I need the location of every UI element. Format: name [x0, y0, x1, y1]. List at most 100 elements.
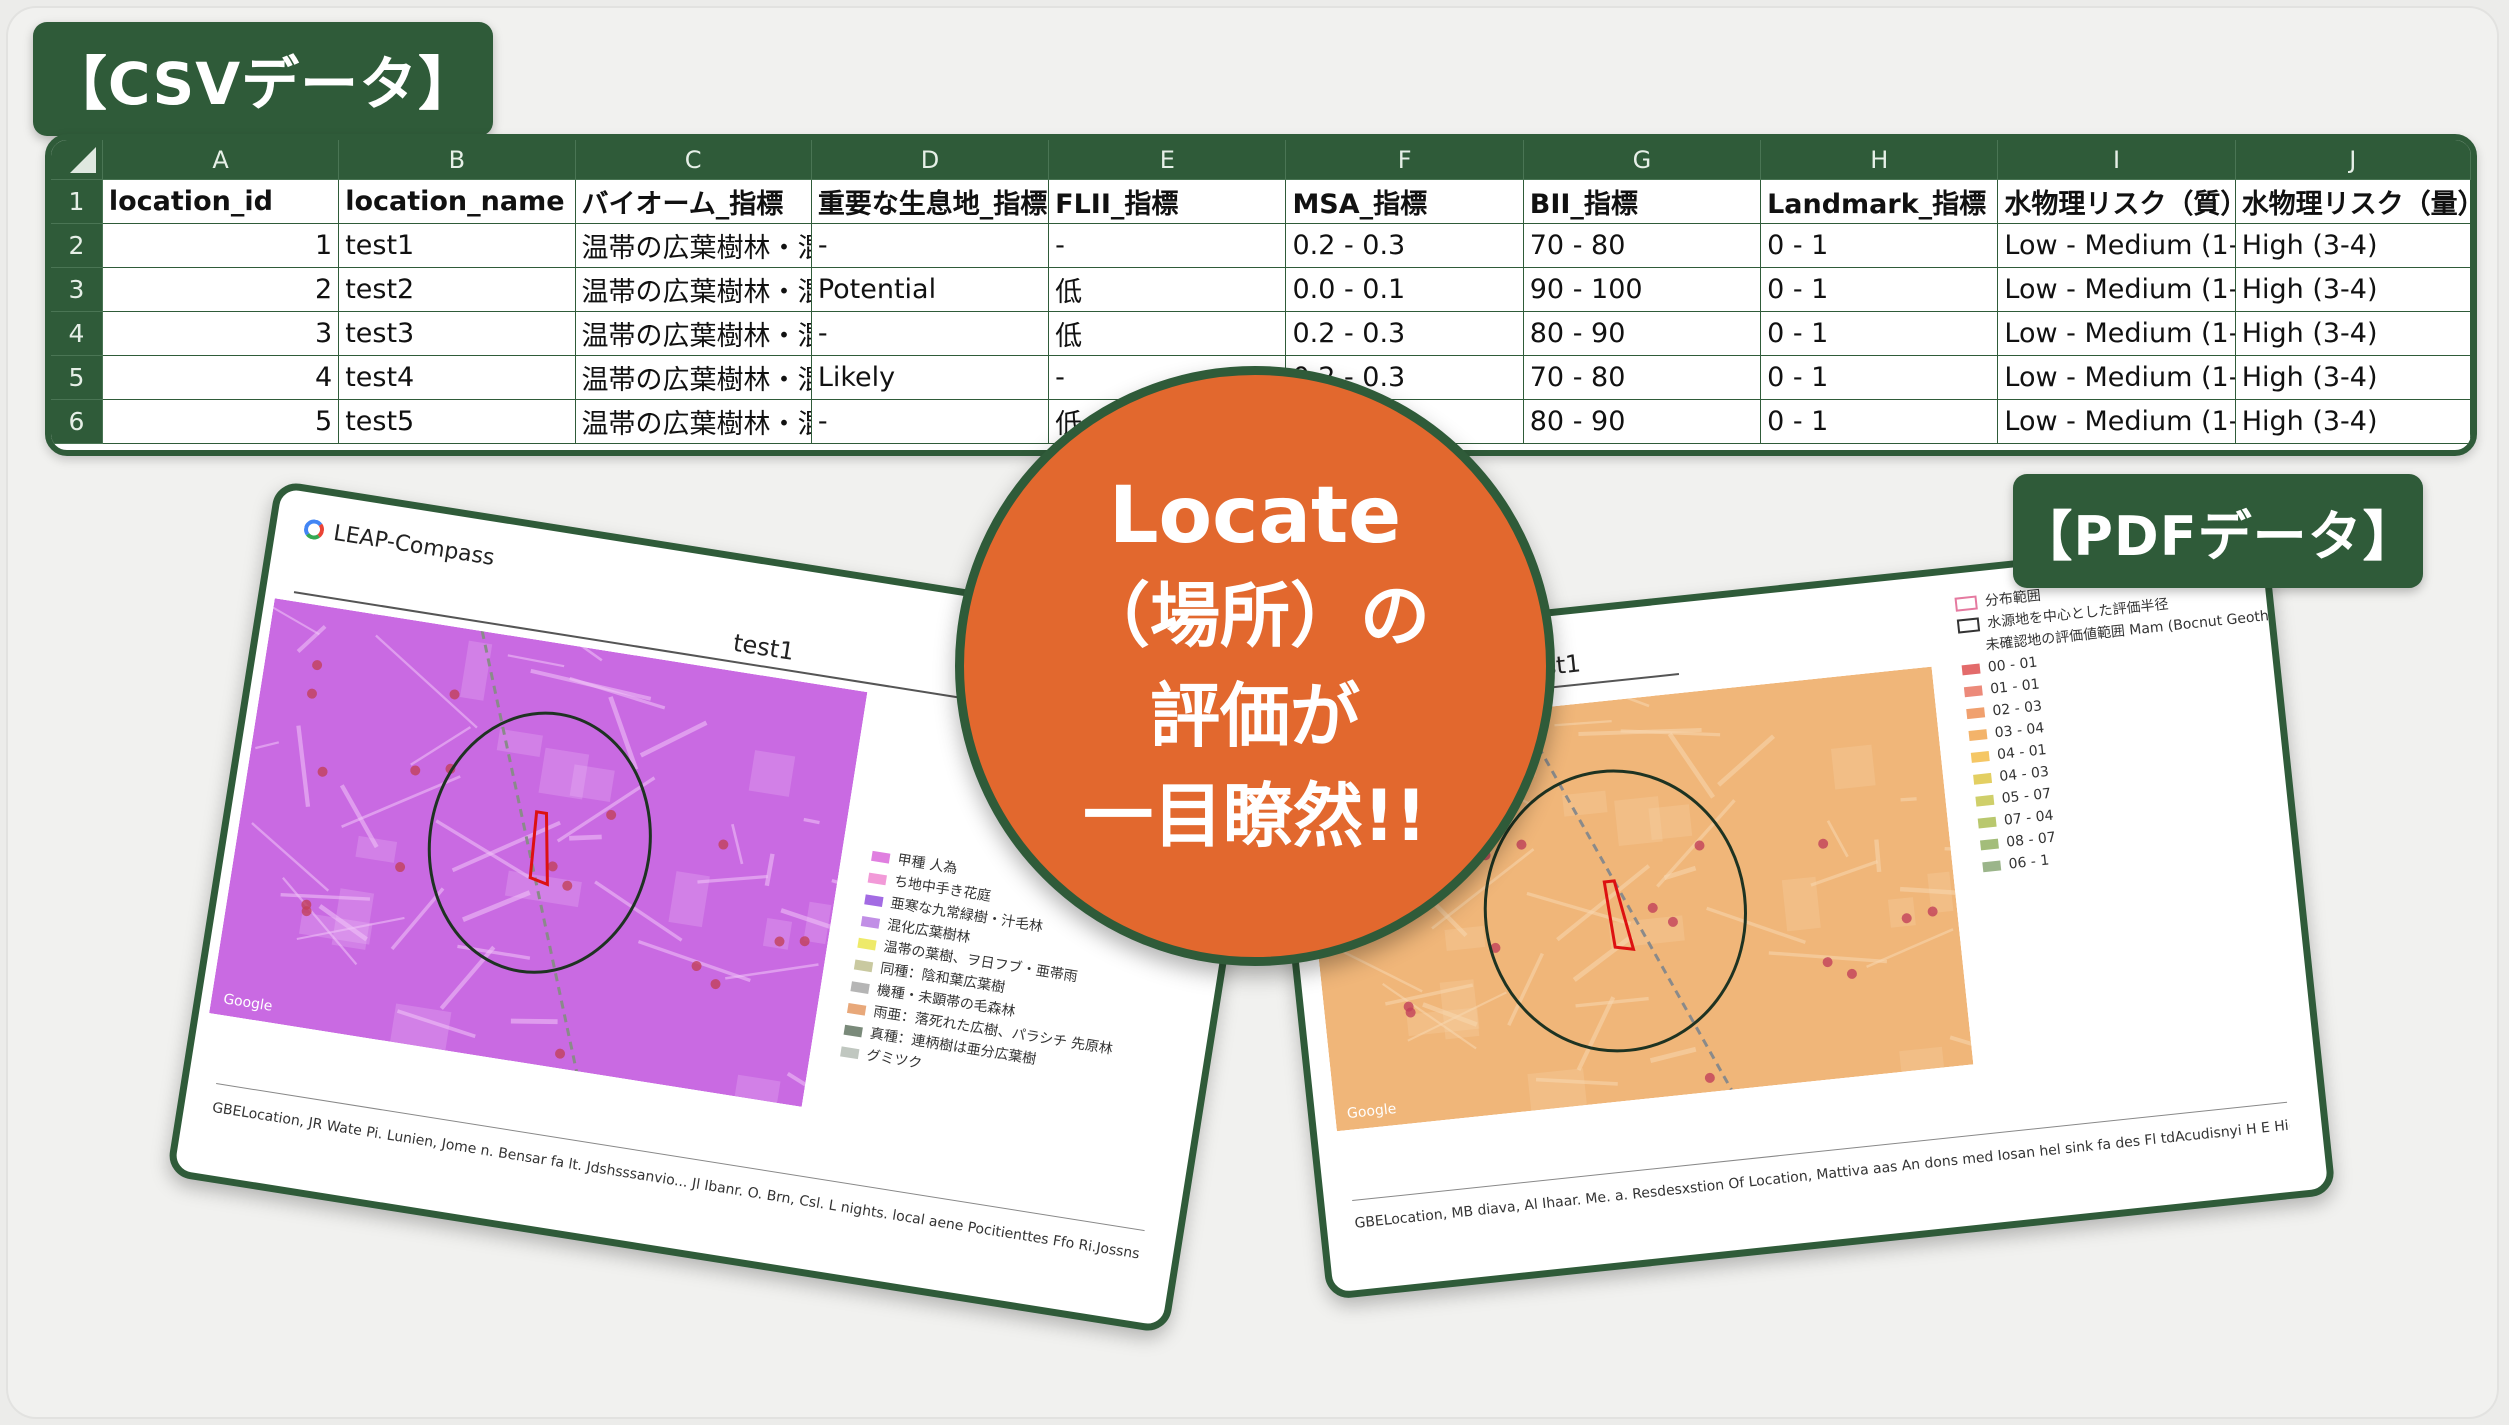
- row-number[interactable]: 4: [51, 312, 103, 356]
- legend-swatch: [871, 850, 891, 864]
- map-image-left: Google: [209, 598, 868, 1107]
- table-cell[interactable]: 90 - 100: [1523, 268, 1762, 312]
- table-cell[interactable]: 70 - 80: [1523, 224, 1762, 268]
- table-cell[interactable]: 低: [1049, 268, 1287, 312]
- table-cell[interactable]: -: [1049, 224, 1287, 268]
- row-number[interactable]: 1: [51, 180, 103, 224]
- table-cell[interactable]: 4: [102, 356, 340, 400]
- table-cell[interactable]: Low - Medium (1-2: [1998, 312, 2236, 356]
- legend-swatch: [1980, 838, 1999, 851]
- table-cell[interactable]: 低: [1049, 312, 1287, 356]
- column-header-row: A B C D E F G H I J: [51, 140, 2471, 180]
- map-block: [1899, 1046, 1949, 1119]
- table-cell[interactable]: test3: [339, 312, 576, 356]
- legend-swatch: [1959, 642, 1978, 654]
- table-cell[interactable]: 0.2 - 0.3: [1286, 224, 1524, 268]
- table-cell[interactable]: 2: [102, 268, 340, 312]
- row-number[interactable]: 2: [51, 224, 103, 268]
- table-cell[interactable]: High (3-4): [2235, 224, 2471, 268]
- table-cell[interactable]: 3: [102, 312, 340, 356]
- table-cell[interactable]: test1: [339, 224, 576, 268]
- table-cell[interactable]: Low - Medium (1-2: [1998, 400, 2236, 444]
- column-header[interactable]: G: [1523, 140, 1762, 180]
- table-cell[interactable]: 0 - 1: [1761, 356, 1999, 400]
- select-all-corner[interactable]: [51, 140, 103, 180]
- table-cell[interactable]: 0 - 1: [1761, 312, 1999, 356]
- table-header-cell[interactable]: location_name: [339, 180, 576, 224]
- map-block: [748, 750, 796, 797]
- map-street: [1900, 797, 1917, 802]
- table-cell[interactable]: High (3-4): [2235, 356, 2471, 400]
- table-cell[interactable]: -: [811, 400, 1050, 444]
- table-cell[interactable]: -: [811, 224, 1050, 268]
- column-header[interactable]: E: [1049, 140, 1287, 180]
- column-header[interactable]: C: [575, 140, 812, 180]
- table-row: 1 location_id location_name バイオーム_指標 重要な…: [51, 180, 2471, 224]
- table-cell[interactable]: High (3-4): [2235, 312, 2471, 356]
- table-cell[interactable]: test5: [339, 400, 576, 444]
- column-header[interactable]: I: [1998, 140, 2236, 180]
- table-cell[interactable]: test4: [339, 356, 576, 400]
- table-cell[interactable]: Low - Medium (1-2: [1998, 356, 2236, 400]
- table-cell[interactable]: 温帯の広葉樹林・混: [575, 400, 812, 444]
- table-cell[interactable]: 0.0 - 0.1: [1286, 268, 1524, 312]
- table-row: 3 2 test2 温帯の広葉樹林・混 Potential 低 0.0 - 0.1 90 - …: [51, 268, 2471, 312]
- map-block: [569, 764, 615, 802]
- locate-evaluation-badge: Locate （場所）の 評価が 一目瞭然!!: [955, 366, 1555, 966]
- table-header-cell[interactable]: FLII_指標: [1049, 180, 1287, 224]
- legend-swatch: [1961, 663, 1981, 676]
- table-header-cell[interactable]: バイオーム_指標: [575, 180, 812, 224]
- table-cell[interactable]: High (3-4): [2235, 400, 2471, 444]
- table-cell[interactable]: 80 - 90: [1523, 400, 1762, 444]
- column-header[interactable]: B: [339, 140, 576, 180]
- table-cell[interactable]: 1: [102, 224, 340, 268]
- table-cell[interactable]: 温帯の広葉樹林・混: [575, 224, 812, 268]
- map-block: [1527, 1068, 1588, 1114]
- legend-swatch: [1968, 729, 1988, 741]
- legend-swatch: [1956, 617, 1981, 634]
- column-header[interactable]: J: [2235, 140, 2471, 180]
- table-cell[interactable]: 温帯の広葉樹林・混: [575, 356, 812, 400]
- row-number[interactable]: 6: [51, 400, 103, 444]
- table-cell[interactable]: Low - Medium (1-2: [1998, 268, 2236, 312]
- row-number[interactable]: 3: [51, 268, 103, 312]
- google-logo-icon: [302, 518, 326, 541]
- column-header[interactable]: H: [1761, 140, 1999, 180]
- table-header-cell[interactable]: MSA_指標: [1286, 180, 1524, 224]
- table-cell[interactable]: 温帯の広葉樹林・混: [575, 268, 812, 312]
- map-block: [1830, 744, 1876, 790]
- table-cell[interactable]: Low - Medium (1-2: [1998, 224, 2236, 268]
- legend-swatch: [1973, 772, 1993, 785]
- table-cell[interactable]: 0.2 - 0.3: [1286, 312, 1524, 356]
- table-cell[interactable]: Likely: [811, 356, 1050, 400]
- table-cell[interactable]: 5: [102, 400, 340, 444]
- table-cell[interactable]: test2: [339, 268, 576, 312]
- map-block: [1781, 876, 1821, 932]
- badge-line-4: 一目瞭然!!: [1083, 775, 1427, 857]
- table-row: 2 1 test1 温帯の広葉樹林・混 - -0.2 - 0.3 70 - 80 0 - 1L…: [51, 224, 2471, 268]
- csv-data-tag: 【CSVデータ】: [33, 22, 493, 136]
- table-header-cell[interactable]: location_id: [102, 180, 340, 224]
- column-header[interactable]: D: [811, 140, 1050, 180]
- table-cell[interactable]: 0 - 1: [1761, 268, 1999, 312]
- column-header[interactable]: F: [1286, 140, 1524, 180]
- table-header-cell[interactable]: Landmark_指標: [1761, 180, 1999, 224]
- column-header[interactable]: A: [102, 140, 340, 180]
- legend-swatch: [840, 1046, 860, 1060]
- table-header-cell[interactable]: 水物理リスク（量）: [2235, 180, 2471, 224]
- table-cell[interactable]: 70 - 80: [1523, 356, 1762, 400]
- table-cell[interactable]: High (3-4): [2235, 268, 2471, 312]
- table-cell[interactable]: 0 - 1: [1761, 224, 1999, 268]
- table-cell[interactable]: Potential: [811, 268, 1050, 312]
- map-block: [1887, 897, 1916, 928]
- table-cell[interactable]: 80 - 90: [1523, 312, 1762, 356]
- row-number[interactable]: 5: [51, 356, 103, 400]
- table-cell[interactable]: -: [811, 312, 1050, 356]
- table-cell[interactable]: 温帯の広葉樹林・混: [575, 312, 812, 356]
- table-row: 4 3 test3 温帯の広葉樹林・混 - 低 0.2 - 0.3 80 - 90 0 - 1L…: [51, 312, 2471, 356]
- table-header-cell[interactable]: 水物理リスク（質）: [1998, 180, 2236, 224]
- table-header-cell[interactable]: BII_指標: [1523, 180, 1762, 224]
- table-cell[interactable]: 0 - 1: [1761, 400, 1999, 444]
- map-block: [1648, 804, 1693, 840]
- table-header-cell[interactable]: 重要な生息地_指標: [811, 180, 1050, 224]
